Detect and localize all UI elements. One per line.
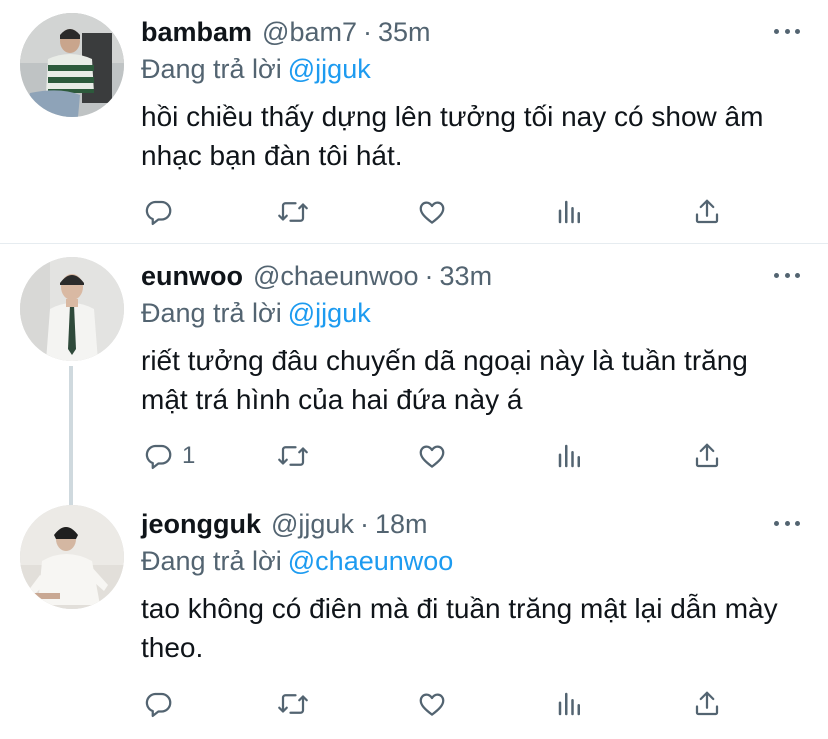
- replying-to-label: Đang trả lời: [141, 298, 282, 328]
- user-handle[interactable]: @chaeunwoo: [253, 261, 419, 291]
- replying-to-label: Đang trả lời: [141, 546, 282, 576]
- retweet-button[interactable]: [276, 683, 310, 725]
- reply-button[interactable]: [144, 191, 182, 233]
- tweet-text: hồi chiều thấy dựng lên tưởng tối nay có…: [141, 101, 764, 171]
- share-button[interactable]: [692, 191, 722, 233]
- user-handle[interactable]: @bam7: [262, 17, 357, 47]
- tweet-header: jeongguk @jjguk · 18m: [141, 506, 427, 542]
- reply-count: 1: [182, 442, 196, 469]
- display-name[interactable]: jeongguk: [141, 509, 261, 539]
- share-icon: [695, 443, 719, 468]
- analytics-button[interactable]: [555, 683, 585, 725]
- separator: ·: [359, 509, 369, 539]
- retweet-button[interactable]: [276, 191, 310, 233]
- tweet-text: tao không có điên mà đi tuần trăng mật l…: [141, 593, 778, 663]
- retweet-icon: [278, 694, 308, 714]
- more-icon[interactable]: [774, 512, 800, 534]
- mention-link[interactable]: @jjguk: [288, 54, 371, 84]
- tweet[interactable]: bambam @bam7 · 35m Đang trả lời @jjguk hồi c…: [0, 0, 828, 243]
- share-icon: [695, 199, 719, 224]
- timestamp[interactable]: 33m: [440, 261, 493, 291]
- tweet-header: eunwoo @chaeunwoo · 33m: [141, 258, 492, 294]
- display-name[interactable]: eunwoo: [141, 261, 243, 291]
- more-icon[interactable]: [774, 264, 800, 286]
- like-button[interactable]: [416, 683, 448, 725]
- tweet-text: riết tưởng đâu chuyến dã ngoại này là tu…: [141, 345, 748, 415]
- tweet[interactable]: eunwoo @chaeunwoo · 33m Đang trả lời @jjguk …: [0, 244, 828, 492]
- replying-to: Đang trả lời @chaeunwoo: [141, 544, 453, 578]
- like-button[interactable]: [416, 435, 448, 477]
- separator: ·: [363, 17, 372, 47]
- like-icon: [419, 445, 445, 468]
- share-button[interactable]: [692, 683, 722, 725]
- more-icon[interactable]: [774, 20, 800, 42]
- reply-icon: [145, 200, 172, 225]
- replying-to-label: Đang trả lời: [141, 54, 282, 84]
- display-name[interactable]: bambam: [141, 17, 252, 47]
- timestamp[interactable]: 35m: [378, 17, 431, 47]
- reply-icon: [145, 444, 172, 469]
- like-button[interactable]: [416, 191, 448, 233]
- mention-link[interactable]: @jjguk: [288, 298, 371, 328]
- retweet-icon: [278, 202, 308, 222]
- analytics-button[interactable]: [555, 435, 585, 477]
- tweet-actions: 1: [0, 435, 828, 477]
- retweet-icon: [278, 446, 308, 466]
- tweet-actions: [0, 683, 828, 725]
- stats-icon: [558, 444, 580, 468]
- tweet[interactable]: jeongguk @jjguk · 18m Đang trả lời @chaeunwo…: [0, 492, 828, 739]
- share-icon: [695, 691, 719, 716]
- timestamp[interactable]: 18m: [375, 509, 428, 539]
- avatar[interactable]: [20, 505, 124, 609]
- reply-button[interactable]: 1: [144, 435, 195, 477]
- tweet-actions: [0, 191, 828, 233]
- analytics-button[interactable]: [555, 191, 585, 233]
- share-button[interactable]: [692, 435, 722, 477]
- mention-link[interactable]: @chaeunwoo: [288, 546, 454, 576]
- user-handle[interactable]: @jjguk: [271, 509, 354, 539]
- stats-icon: [558, 200, 580, 224]
- tweet-header: bambam @bam7 · 35m: [141, 14, 431, 50]
- reply-icon: [145, 692, 172, 717]
- retweet-button[interactable]: [276, 435, 310, 477]
- replying-to: Đang trả lời @jjguk: [141, 296, 371, 330]
- tweet-feed: bambam @bam7 · 35m Đang trả lời @jjguk hồi c…: [0, 0, 828, 739]
- avatar[interactable]: [20, 257, 124, 361]
- separator: ·: [424, 261, 434, 291]
- like-icon: [419, 693, 445, 716]
- stats-icon: [558, 692, 580, 716]
- replying-to: Đang trả lời @jjguk: [141, 52, 371, 86]
- reply-button[interactable]: [144, 683, 182, 725]
- avatar[interactable]: [20, 13, 124, 117]
- like-icon: [419, 201, 445, 224]
